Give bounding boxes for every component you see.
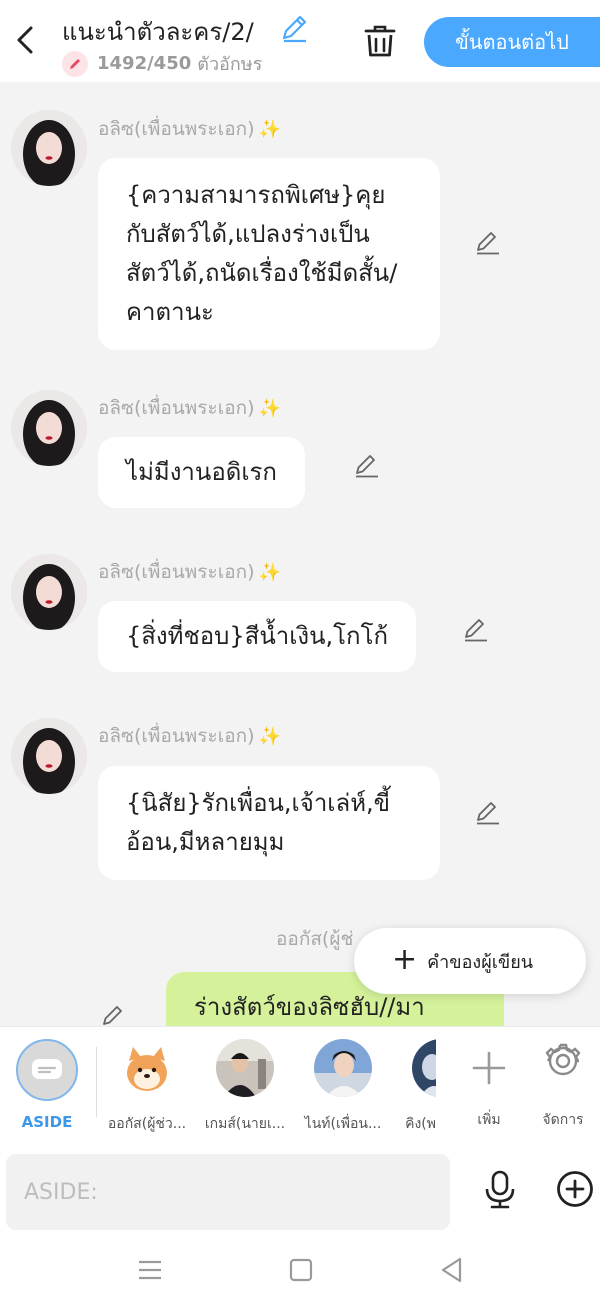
avatar[interactable]: [11, 554, 87, 630]
chevron-left-icon: [17, 26, 33, 54]
message-bubble[interactable]: {ความสามารถพิเศษ}คุยกับสัตว์ได้,แปลงร่าง…: [98, 158, 440, 350]
edit-message-icon[interactable]: [100, 1002, 128, 1026]
character-avatar: [118, 1039, 176, 1097]
system-nav-bar: [0, 1240, 600, 1302]
counter-unit: ตัวอักษร: [197, 54, 263, 75]
sender-name: อลิซ(เพื่อนพระเอก) ✨: [98, 393, 281, 423]
sender-label: อลิซ(เพื่อนพระเอก): [98, 725, 255, 747]
gear-icon: [545, 1043, 581, 1076]
character-avatar: [216, 1039, 274, 1097]
chat-area[interactable]: อลิซ(เพื่อนพระเอก) ✨ {ความสามารถพิเศษ}คุย…: [0, 82, 600, 1026]
sender-name: ออกัส(ผู้ช่: [276, 928, 354, 950]
character-name: เกมส์(นายเ...: [204, 1116, 286, 1132]
character-item[interactable]: ออกัส(ผู้ช่ว...: [104, 1039, 190, 1135]
sender-name: อลิซ(เพื่อนพระเอก) ✨: [98, 721, 281, 751]
character-item[interactable]: คิง(พ: [384, 1039, 436, 1135]
divider: [96, 1047, 97, 1117]
sender-label: อลิซ(เพื่อนพระเอก): [98, 561, 255, 583]
aside-avatar: [16, 1039, 78, 1101]
home-icon[interactable]: [287, 1256, 315, 1284]
writer-note-button[interactable]: + คำของผู้เขียน: [354, 928, 586, 994]
aside-character[interactable]: ASIDE: [4, 1039, 90, 1131]
avatar[interactable]: [11, 718, 87, 794]
back-nav-icon[interactable]: [438, 1256, 466, 1284]
counter-value: 1492/450: [97, 53, 192, 74]
edit-message-icon[interactable]: [474, 798, 502, 826]
manage-label: จัดการ: [542, 1112, 584, 1128]
sender-name: อลิซ(เพื่อนพระเอก) ✨: [98, 114, 281, 144]
message-bubble[interactable]: ไม่มีงานอดิเรก: [98, 437, 305, 508]
sparkle-icon: ✨: [258, 397, 281, 419]
menu-icon[interactable]: [136, 1256, 164, 1284]
delete-button[interactable]: [362, 22, 398, 60]
sender-label: อลิซ(เพื่อนพระเอก): [98, 397, 255, 419]
top-bar: แนะนำตัวละคร/2/ 1492/450 ตัวอักษร ขั้นตอ…: [0, 0, 600, 82]
plus-circle-icon[interactable]: [556, 1170, 594, 1208]
sparkle-icon: ✨: [258, 118, 281, 140]
title-edit-button[interactable]: [278, 12, 310, 44]
trash-icon: [364, 25, 396, 57]
character-avatar: [314, 1039, 372, 1097]
speech-bubble-icon: [32, 1059, 62, 1079]
edit-message-icon[interactable]: [462, 615, 490, 643]
plus-icon: [472, 1051, 506, 1085]
pen-badge-icon: [62, 50, 88, 77]
next-step-button[interactable]: ขั้นตอนต่อไป: [424, 17, 600, 67]
sparkle-icon: ✨: [258, 725, 281, 747]
edit-message-icon[interactable]: [474, 228, 502, 256]
microphone-icon[interactable]: [482, 1170, 518, 1210]
avatar[interactable]: [11, 390, 87, 466]
character-avatar: [412, 1039, 436, 1097]
avatar[interactable]: [11, 110, 87, 186]
pencil-icon: [282, 15, 307, 43]
sparkle-icon: ✨: [258, 561, 281, 583]
sender-label: อลิซ(เพื่อนพระเอก): [98, 118, 255, 140]
character-item[interactable]: ไนท์(เพื่อน...: [300, 1039, 386, 1135]
writer-note-label: คำของผู้เขียน: [427, 951, 534, 973]
character-tray[interactable]: ASIDE ออกัส(ผู้ช่ว... เกมส์(นายเ... ไนท์…: [0, 1026, 600, 1140]
character-name: ออกัส(ผู้ช่ว...: [107, 1116, 187, 1132]
plus-icon: +: [392, 942, 418, 977]
message-bubble[interactable]: {นิสัย}รักเพื่อน,เจ้าเล่ห์,ขี้อ้อน,มีหลา…: [98, 766, 440, 880]
character-name: คิง(พ: [405, 1116, 436, 1132]
character-name: ไนท์(เพื่อน...: [304, 1116, 382, 1132]
input-bar: ASIDE:: [0, 1140, 600, 1240]
character-counter: 1492/450 ตัวอักษร: [62, 49, 262, 78]
character-item[interactable]: เกมส์(นายเ...: [202, 1039, 288, 1135]
message-input[interactable]: ASIDE:: [6, 1154, 450, 1230]
aside-label: ASIDE: [21, 1113, 73, 1131]
manage-button[interactable]: จัดการ: [520, 1039, 600, 1131]
page-title: แนะนำตัวละคร/2/: [62, 18, 254, 46]
sender-name: อลิซ(เพื่อนพระเอก) ✨: [98, 557, 281, 587]
message-bubble[interactable]: {สิ่งที่ชอบ}สีน้ำเงิน,โกโก้: [98, 601, 416, 672]
edit-message-icon[interactable]: [353, 451, 381, 479]
back-button[interactable]: [10, 22, 40, 58]
